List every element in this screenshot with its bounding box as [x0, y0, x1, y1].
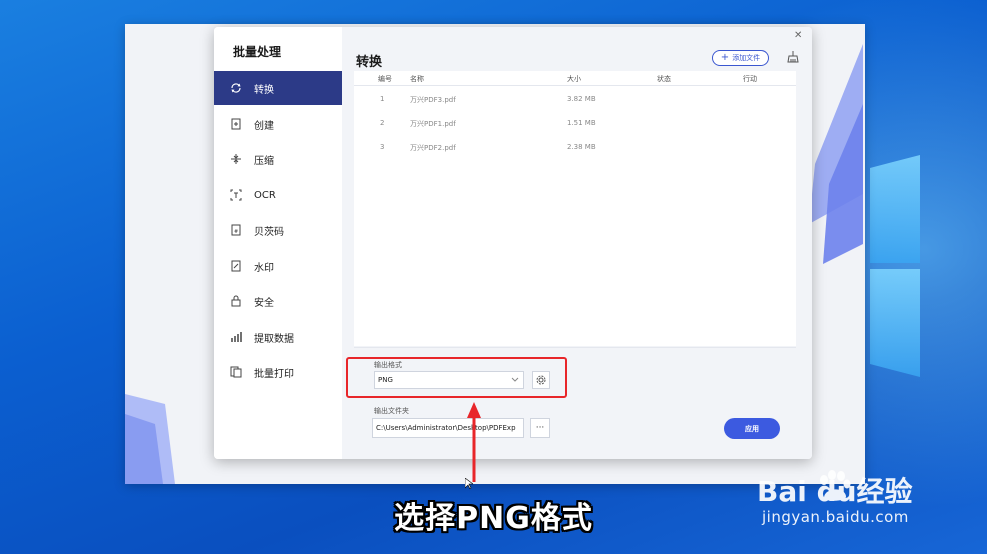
browse-folder-button[interactable]: ···	[530, 418, 550, 438]
sidebar-item-label: 压缩	[254, 155, 274, 167]
mouse-cursor-icon	[465, 478, 473, 489]
column-header-number: 编号	[378, 75, 392, 83]
watermark-brand: Bai du经验	[757, 475, 913, 508]
highlight-box	[346, 357, 567, 398]
sidebar-item-label: 安全	[254, 297, 274, 309]
row-number: 2	[380, 119, 385, 127]
sidebar-item-watermark[interactable]: 水印	[214, 249, 342, 283]
sidebar-item-security[interactable]: 安全	[214, 284, 342, 318]
print-icon	[228, 364, 244, 380]
lock-icon	[228, 293, 244, 309]
sidebar-item-label: 创建	[254, 120, 274, 132]
row-file-name: 万兴PDF1.pdf	[410, 120, 456, 128]
close-icon[interactable]: ✕	[794, 30, 802, 41]
decorative-shape	[125, 394, 175, 484]
output-folder-value: C:\Users\Administrator\Desktop\PDFExp	[376, 424, 516, 432]
baidu-jingyan-watermark: Bai du经验 jingyan.baidu.com	[757, 470, 942, 530]
page-title: 转换	[356, 55, 383, 70]
sidebar-title: 批量处理	[233, 45, 282, 59]
sidebar-item-bates[interactable]: # 贝茨码	[214, 213, 342, 247]
sidebar-item-ocr[interactable]: OCR	[214, 178, 342, 212]
output-folder-label: 输出文件夹	[374, 407, 409, 415]
watermark-icon	[228, 258, 244, 274]
sidebar-item-extract-data[interactable]: 提取数据	[214, 320, 342, 354]
table-row[interactable]: 2 万兴PDF1.pdf 1.51 MB	[354, 113, 796, 133]
apply-button[interactable]: 应用	[724, 418, 780, 439]
bates-icon: #	[228, 222, 244, 238]
sidebar-item-label: OCR	[254, 189, 276, 201]
create-icon	[228, 116, 244, 132]
extract-data-icon	[228, 329, 244, 345]
output-folder-field[interactable]: C:\Users\Administrator\Desktop\PDFExp	[372, 418, 524, 438]
column-header-status: 状态	[657, 75, 671, 83]
add-file-button[interactable]: + 添加文件	[712, 50, 769, 66]
row-file-name: 万兴PDF3.pdf	[410, 96, 456, 104]
sidebar-item-label: 贝茨码	[254, 226, 284, 238]
row-number: 1	[380, 95, 385, 103]
sidebar-item-label: 转换	[254, 84, 274, 96]
sidebar-item-label: 水印	[254, 262, 274, 274]
sidebar: 批量处理 转换 创建 压缩 OCR # 贝茨码 水印 安全 提取数据 批量打印	[214, 27, 343, 459]
column-header-size: 大小	[567, 75, 581, 83]
ocr-icon	[228, 187, 244, 203]
sidebar-item-create[interactable]: 创建	[214, 107, 342, 141]
row-file-size: 1.51 MB	[567, 119, 596, 127]
windows-logo	[862, 155, 987, 385]
convert-icon	[228, 80, 244, 96]
row-file-name: 万兴PDF2.pdf	[410, 144, 456, 152]
column-header-name: 名称	[410, 75, 424, 83]
column-header-action: 行动	[743, 75, 757, 83]
watermark-url: jingyan.baidu.com	[762, 508, 909, 526]
clear-list-icon[interactable]	[786, 50, 800, 64]
table-row[interactable]: 1 万兴PDF3.pdf 3.82 MB	[354, 89, 796, 109]
divider	[354, 347, 796, 348]
sidebar-item-convert[interactable]: 转换	[214, 71, 342, 105]
file-table: 编号 名称 大小 状态 行动 1 万兴PDF3.pdf 3.82 MB 2 万兴…	[354, 71, 796, 346]
sidebar-item-label: 提取数据	[254, 333, 294, 345]
red-arrow-annotation	[467, 402, 481, 482]
table-row[interactable]: 3 万兴PDF2.pdf 2.38 MB	[354, 137, 796, 157]
row-file-size: 2.38 MB	[567, 143, 596, 151]
decorative-shape	[809, 44, 863, 264]
sidebar-item-batch-print[interactable]: 批量打印	[214, 355, 342, 389]
sidebar-item-label: 批量打印	[254, 368, 294, 380]
row-file-size: 3.82 MB	[567, 95, 596, 103]
compress-icon	[228, 151, 244, 167]
table-header: 编号 名称 大小 状态 行动	[354, 71, 796, 86]
plus-icon: +	[720, 52, 730, 63]
row-number: 3	[380, 143, 385, 151]
svg-text:#: #	[234, 229, 238, 235]
sidebar-item-compress[interactable]: 压缩	[214, 142, 342, 176]
